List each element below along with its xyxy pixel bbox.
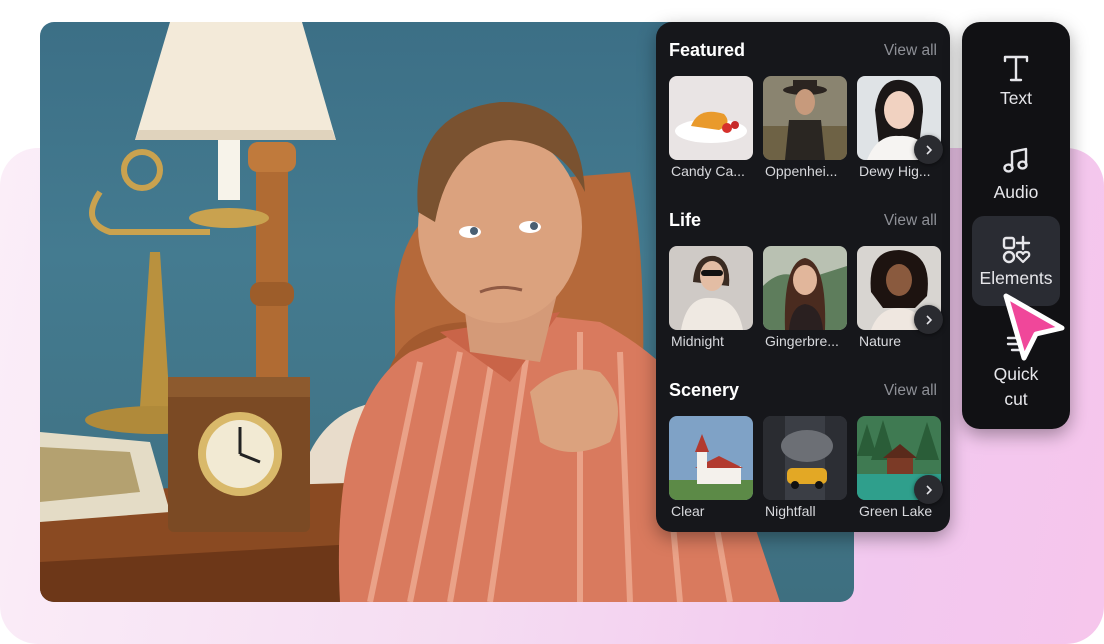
tool-quick-cut-label-line2: cut xyxy=(1004,389,1028,409)
card-thumbnail xyxy=(763,416,847,500)
card-thumbnail xyxy=(763,246,847,330)
audio-icon xyxy=(1003,147,1028,173)
view-all-link[interactable]: View all xyxy=(884,382,937,400)
view-all-link[interactable]: View all xyxy=(884,42,937,60)
section-title: Life xyxy=(669,210,702,230)
card-thumbnail xyxy=(669,246,753,330)
elements-icon xyxy=(1002,235,1031,264)
card-row: Clear Nightfall Green Lake xyxy=(669,416,950,526)
view-all-link[interactable]: View all xyxy=(884,212,937,230)
section-title: Scenery xyxy=(669,380,740,400)
section-scenery: Scenery View all Clear Nightfall Green L… xyxy=(656,378,950,532)
tool-text[interactable]: Text xyxy=(972,34,1060,124)
pointer-cursor-icon xyxy=(1003,293,1065,361)
scroll-right-button[interactable] xyxy=(914,475,943,504)
section-life: Life View all Midnight Gingerbre... Natu… xyxy=(656,208,950,368)
card-label: Clear xyxy=(671,503,705,519)
card-row: Candy Ca... Oppenhei... Dewy Hig... xyxy=(669,76,950,186)
elements-panel: Featured View all Candy Ca... Oppenhei..… xyxy=(656,22,950,532)
card-label: Oppenhei... xyxy=(765,163,838,179)
card-thumbnail xyxy=(669,76,753,160)
card-label: Candy Ca... xyxy=(671,163,745,179)
tool-audio-label: Audio xyxy=(993,182,1039,202)
chevron-right-icon xyxy=(925,314,932,325)
section-featured: Featured View all Candy Ca... Oppenhei..… xyxy=(656,38,950,198)
scroll-right-button[interactable] xyxy=(914,305,943,334)
tool-quick-cut-label-line1: Quick xyxy=(993,364,1039,384)
tool-elements-label: Elements xyxy=(979,268,1053,288)
tool-text-label: Text xyxy=(999,88,1033,108)
tool-audio[interactable]: Audio xyxy=(972,126,1060,216)
section-header: Life View all xyxy=(669,208,937,232)
card-label: Green Lake xyxy=(859,503,933,519)
card-label: Gingerbre... xyxy=(765,333,839,349)
card-thumbnail xyxy=(763,76,847,160)
section-header: Scenery View all xyxy=(669,378,937,402)
card-label: Nightfall xyxy=(765,503,816,519)
chevron-right-icon xyxy=(925,484,932,495)
tool-sidebar: Text Audio Elements Quick cut xyxy=(962,22,1070,429)
section-header: Featured View all xyxy=(669,38,937,62)
chevron-right-icon xyxy=(925,144,932,155)
card-row: Midnight Gingerbre... Nature xyxy=(669,246,950,356)
scroll-right-button[interactable] xyxy=(914,135,943,164)
text-icon xyxy=(1003,55,1029,82)
card-label: Midnight xyxy=(671,333,724,349)
card-label: Nature xyxy=(859,333,902,349)
card-thumbnail xyxy=(669,416,753,500)
card-label: Dewy Hig... xyxy=(859,163,931,179)
section-title: Featured xyxy=(669,40,746,60)
